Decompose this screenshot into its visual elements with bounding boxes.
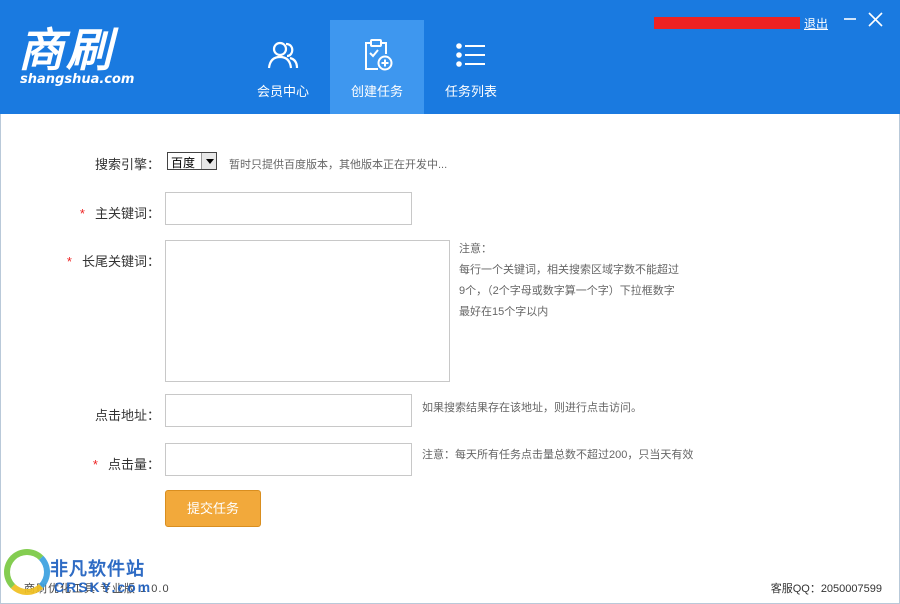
long-tail-keyword-textarea[interactable] [165,240,450,382]
note-line: 注意： [459,243,492,255]
members-icon [267,41,299,69]
logout-link[interactable]: 退出 [804,15,828,32]
click-url-input[interactable] [165,394,412,427]
nav-item-task-list[interactable]: 任务列表 [424,20,518,114]
chevron-down-icon[interactable] [201,153,216,169]
clipboard-add-icon [365,39,393,71]
search-engine-label: 搜索引擎： [94,157,160,172]
minimize-icon[interactable] [843,12,857,26]
note-line: 最好在15个字以内 [459,306,549,318]
search-engine-select[interactable]: 百度 [167,152,217,170]
long-tail-note: 注意： 每行一个关键词，相关搜索区域字数不能超过 9个，（2个字母或数字算一个字… [459,239,719,323]
logo: 商刷 shangshua.com [18,22,148,92]
close-icon[interactable] [868,12,883,27]
search-engine-value: 百度 [171,156,196,170]
logo-text: 商刷 [18,23,114,77]
form-panel [0,114,900,604]
note-line: 9个，（2个字母或数字算一个字）下拉框数字 [459,285,675,297]
watermark-circle-icon [4,549,50,595]
required-mark: * [92,457,98,472]
nav-label-members: 会员中心 [256,84,309,99]
nav-item-create-task[interactable]: 创建任务 [330,20,424,114]
click-url-hint: 如果搜索结果存在该地址，则进行点击访问。 [422,402,642,414]
main-keyword-label: * 主关键词： [40,203,160,222]
note-line: 每行一个关键词，相关搜索区域字数不能超过 [459,264,679,276]
click-count-hint: 注意：每天所有任务点击量总数不超过200，只当天有效 [422,449,694,461]
long-tail-keyword-label-text: 长尾关键词： [81,254,160,269]
nav-item-members[interactable]: 会员中心 [236,20,330,114]
watermark-logo: 非凡软件站 CRSKY.com [4,545,164,603]
click-count-label: * 点击量： [40,454,160,473]
click-url-label: 点击地址： [94,408,160,423]
click-count-label-text: 点击量： [107,457,160,472]
nav-label-create-task: 创建任务 [350,84,403,99]
main-keyword-label-text: 主关键词： [94,206,160,221]
list-icon [456,43,485,67]
watermark-subtitle: CRSKY.com [54,579,153,595]
required-mark: * [66,254,72,269]
main-keyword-input[interactable] [165,192,412,225]
long-tail-keyword-label: * 长尾关键词： [40,251,160,270]
nav-label-task-list: 任务列表 [444,84,497,99]
main-nav: 会员中心 创建任务 任务列表 [236,20,518,114]
required-mark: * [79,206,85,221]
submit-task-button[interactable]: 提交任务 [165,490,261,527]
watermark-title: 非凡软件站 [50,559,145,579]
service-qq-text: 客服QQ：2050007599 [770,583,882,595]
app-header: 商刷 shangshua.com 会员中心 创建任务 任务列表 退出 [0,0,900,114]
logo-subtext: shangshua.com [20,72,135,87]
search-engine-hint: 暂时只提供百度版本，其他版本正在开发中... [229,159,448,171]
click-count-input[interactable] [165,443,412,476]
redacted-username [654,17,800,29]
